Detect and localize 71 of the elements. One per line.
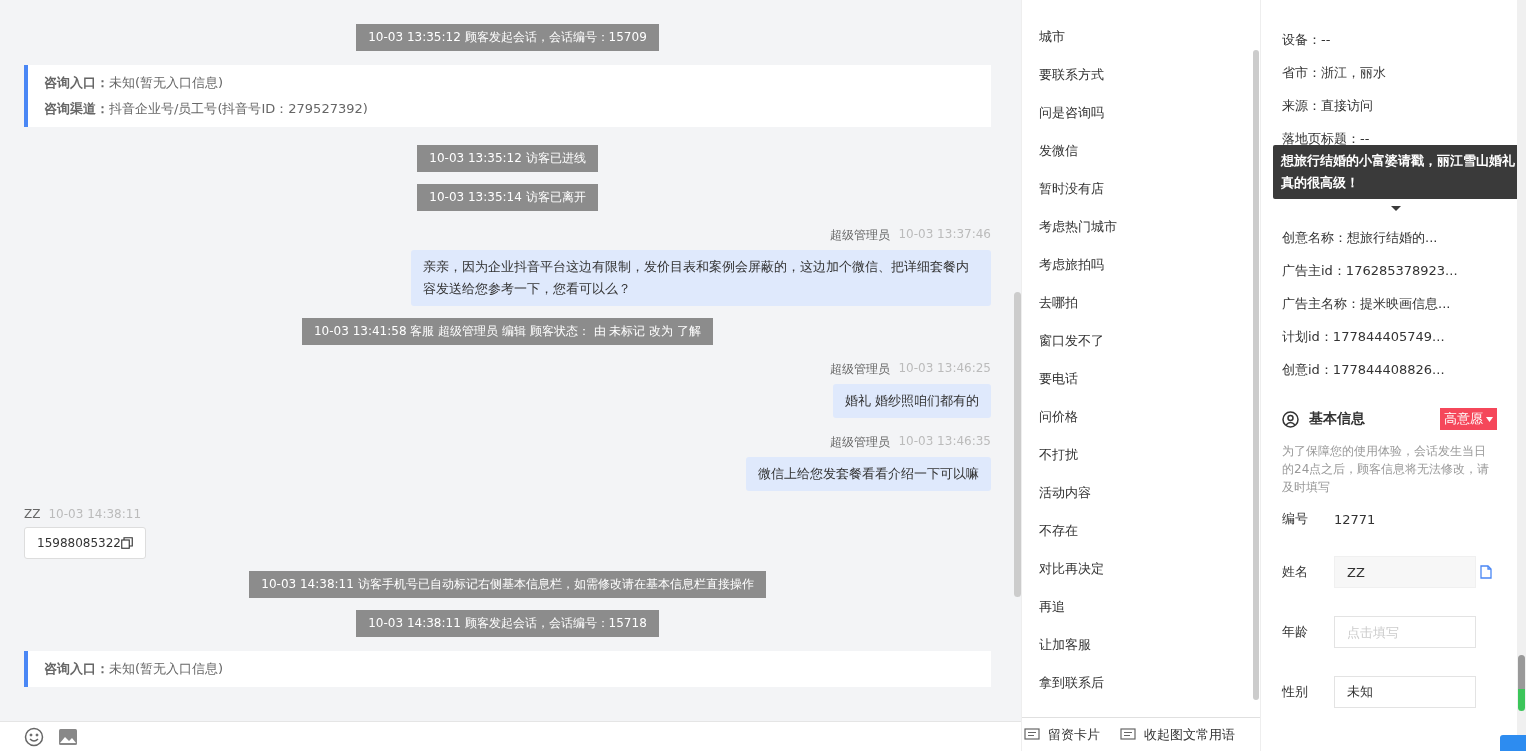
field-label: 姓名 (1282, 563, 1309, 581)
quick-phrase-item[interactable]: 对比再决定 (1039, 550, 1260, 588)
visit-info-row-text: 设备：-- (1282, 31, 1332, 49)
visit-info-row-text: 广告主名称：提米映画信息... (1282, 295, 1452, 313)
quick-phrase-item[interactable]: 不存在 (1039, 512, 1260, 550)
field-label: 年龄 (1282, 623, 1309, 641)
quick-phrase-item[interactable]: 让加客服 (1039, 626, 1260, 664)
message-time: 10-03 13:46:25 (898, 361, 991, 377)
input-field[interactable]: 未知 (1334, 676, 1476, 708)
intent-dropdown[interactable]: 高意愿 (1440, 408, 1497, 430)
message-icon (1024, 727, 1040, 742)
message-bubble: 婚礼 婚纱照咱们都有的 (832, 384, 991, 418)
message-time: 10-03 13:37:46 (898, 227, 991, 243)
emoji-icon[interactable] (24, 726, 44, 747)
user-circle-icon (1282, 410, 1299, 428)
quick-phrase-item[interactable]: 考虑旅拍吗 (1039, 246, 1260, 284)
info-line: 咨询入口：未知(暂无入口信息) (44, 74, 225, 92)
image-icon[interactable] (58, 727, 78, 746)
system-message: 10-03 14:38:11 访客手机号已自动标记右侧基本信息栏，如需修改请在基本信息栏直接操作 (249, 571, 766, 598)
quick-phrase-item[interactable]: 再追 (1039, 588, 1260, 626)
quick-phrase-item[interactable]: 活动内容 (1039, 474, 1260, 512)
quick-phrase-item[interactable]: 去哪拍 (1039, 284, 1260, 322)
quick-phrase-item[interactable]: 拿到联系后 (1039, 664, 1260, 702)
field-value: 12771 (1334, 511, 1376, 527)
quick-phrase-item[interactable]: 要联系方式 (1039, 56, 1260, 94)
quick-phrase-item[interactable]: 暂时没有店 (1039, 170, 1260, 208)
quick-phrase-item[interactable]: 发微信 (1039, 132, 1260, 170)
info-line: 咨询入口：未知(暂无入口信息) (44, 660, 225, 678)
field-label: 性别 (1282, 683, 1309, 701)
visit-info-row-text: 落地页标题：-- (1282, 130, 1371, 148)
sender-name: ZZ (24, 507, 41, 521)
quick-phrase-item[interactable]: 城市 (1039, 18, 1260, 56)
info-line: 咨询渠道：抖音企业号/员工号(抖音号ID：279527392) (44, 100, 369, 118)
visit-info-row-text: 创意id：177844408826... (1282, 361, 1446, 379)
system-message: 10-03 13:35:12 顾客发起会话，会话编号：15709 (356, 24, 659, 51)
quick-phrase-item[interactable]: 窗口发不了 (1039, 322, 1260, 360)
quick-phrase-item[interactable]: 考虑热门城市 (1039, 208, 1260, 246)
field-label: 编号 (1282, 510, 1309, 528)
message-icon (1120, 727, 1136, 742)
message-bubble: 亲亲，因为企业抖音平台这边有限制，发价目表和案例会屏蔽的，这边加个微信、把详细套餐内容发送给您参考一下，您看可以么？ (411, 250, 991, 306)
tooltip: 想旅行结婚的小富婆请戳，丽江雪山婚礼真的很高级！ (1273, 145, 1517, 199)
quick-phrase-item[interactable]: 要电话 (1039, 360, 1260, 398)
quick-phrase-item[interactable]: 问价格 (1039, 398, 1260, 436)
message-bubble: 微信上给您发套餐看看介绍一下可以嘛 (746, 457, 991, 491)
sender-name: 超级管理员 (830, 361, 891, 378)
notice-text: 为了保障您的使用体验，会话发生当日的24点之后，顾客信息将无法修改，请及时填写 (1282, 443, 1491, 496)
quick-phrase-item[interactable]: 问是咨询吗 (1039, 94, 1260, 132)
system-message: 10-03 14:38:11 顾客发起会话，会话编号：15718 (356, 610, 659, 637)
system-message: 10-03 13:35:14 访客已离开 (417, 184, 598, 211)
sender-name: 超级管理员 (830, 434, 891, 451)
caret-icon (1486, 416, 1493, 422)
phrase-toolbar-button[interactable]: 留资卡片 (1024, 725, 1100, 744)
sender-name: 超级管理员 (830, 227, 891, 244)
visit-info-row-text: 计划id：177844405749... (1282, 328, 1446, 346)
scrollbar[interactable] (1014, 292, 1021, 597)
visit-info-row-text: 广告主id：176285378923... (1282, 262, 1459, 280)
copy-icon[interactable] (121, 537, 133, 549)
scrollbar[interactable] (1518, 655, 1525, 711)
visit-info-row-text: 创意名称：想旅行结婚的... (1282, 229, 1439, 247)
message-time: 10-03 14:38:11 (48, 507, 142, 521)
visit-info-row-text: 来源：直接访问 (1282, 97, 1374, 115)
scrollbar[interactable] (1253, 50, 1259, 700)
tooltip-arrow-icon (1391, 206, 1401, 211)
visit-info-row-text: 省市：浙江，丽水 (1282, 64, 1387, 82)
quick-phrase-item[interactable]: 不打扰 (1039, 436, 1260, 474)
system-message: 10-03 13:41:58 客服 超级管理员 编辑 顾客状态： 由 未标记 改为 了解 (301, 318, 714, 345)
system-message: 10-03 13:35:12 访客已进线 (417, 145, 598, 172)
phrase-toolbar-button[interactable]: 收起图文常用语 (1120, 725, 1235, 744)
section-title: 基本信息 (1309, 410, 1366, 428)
phone-number: 15988085322 (37, 536, 121, 550)
message-time: 10-03 13:46:35 (898, 434, 991, 450)
